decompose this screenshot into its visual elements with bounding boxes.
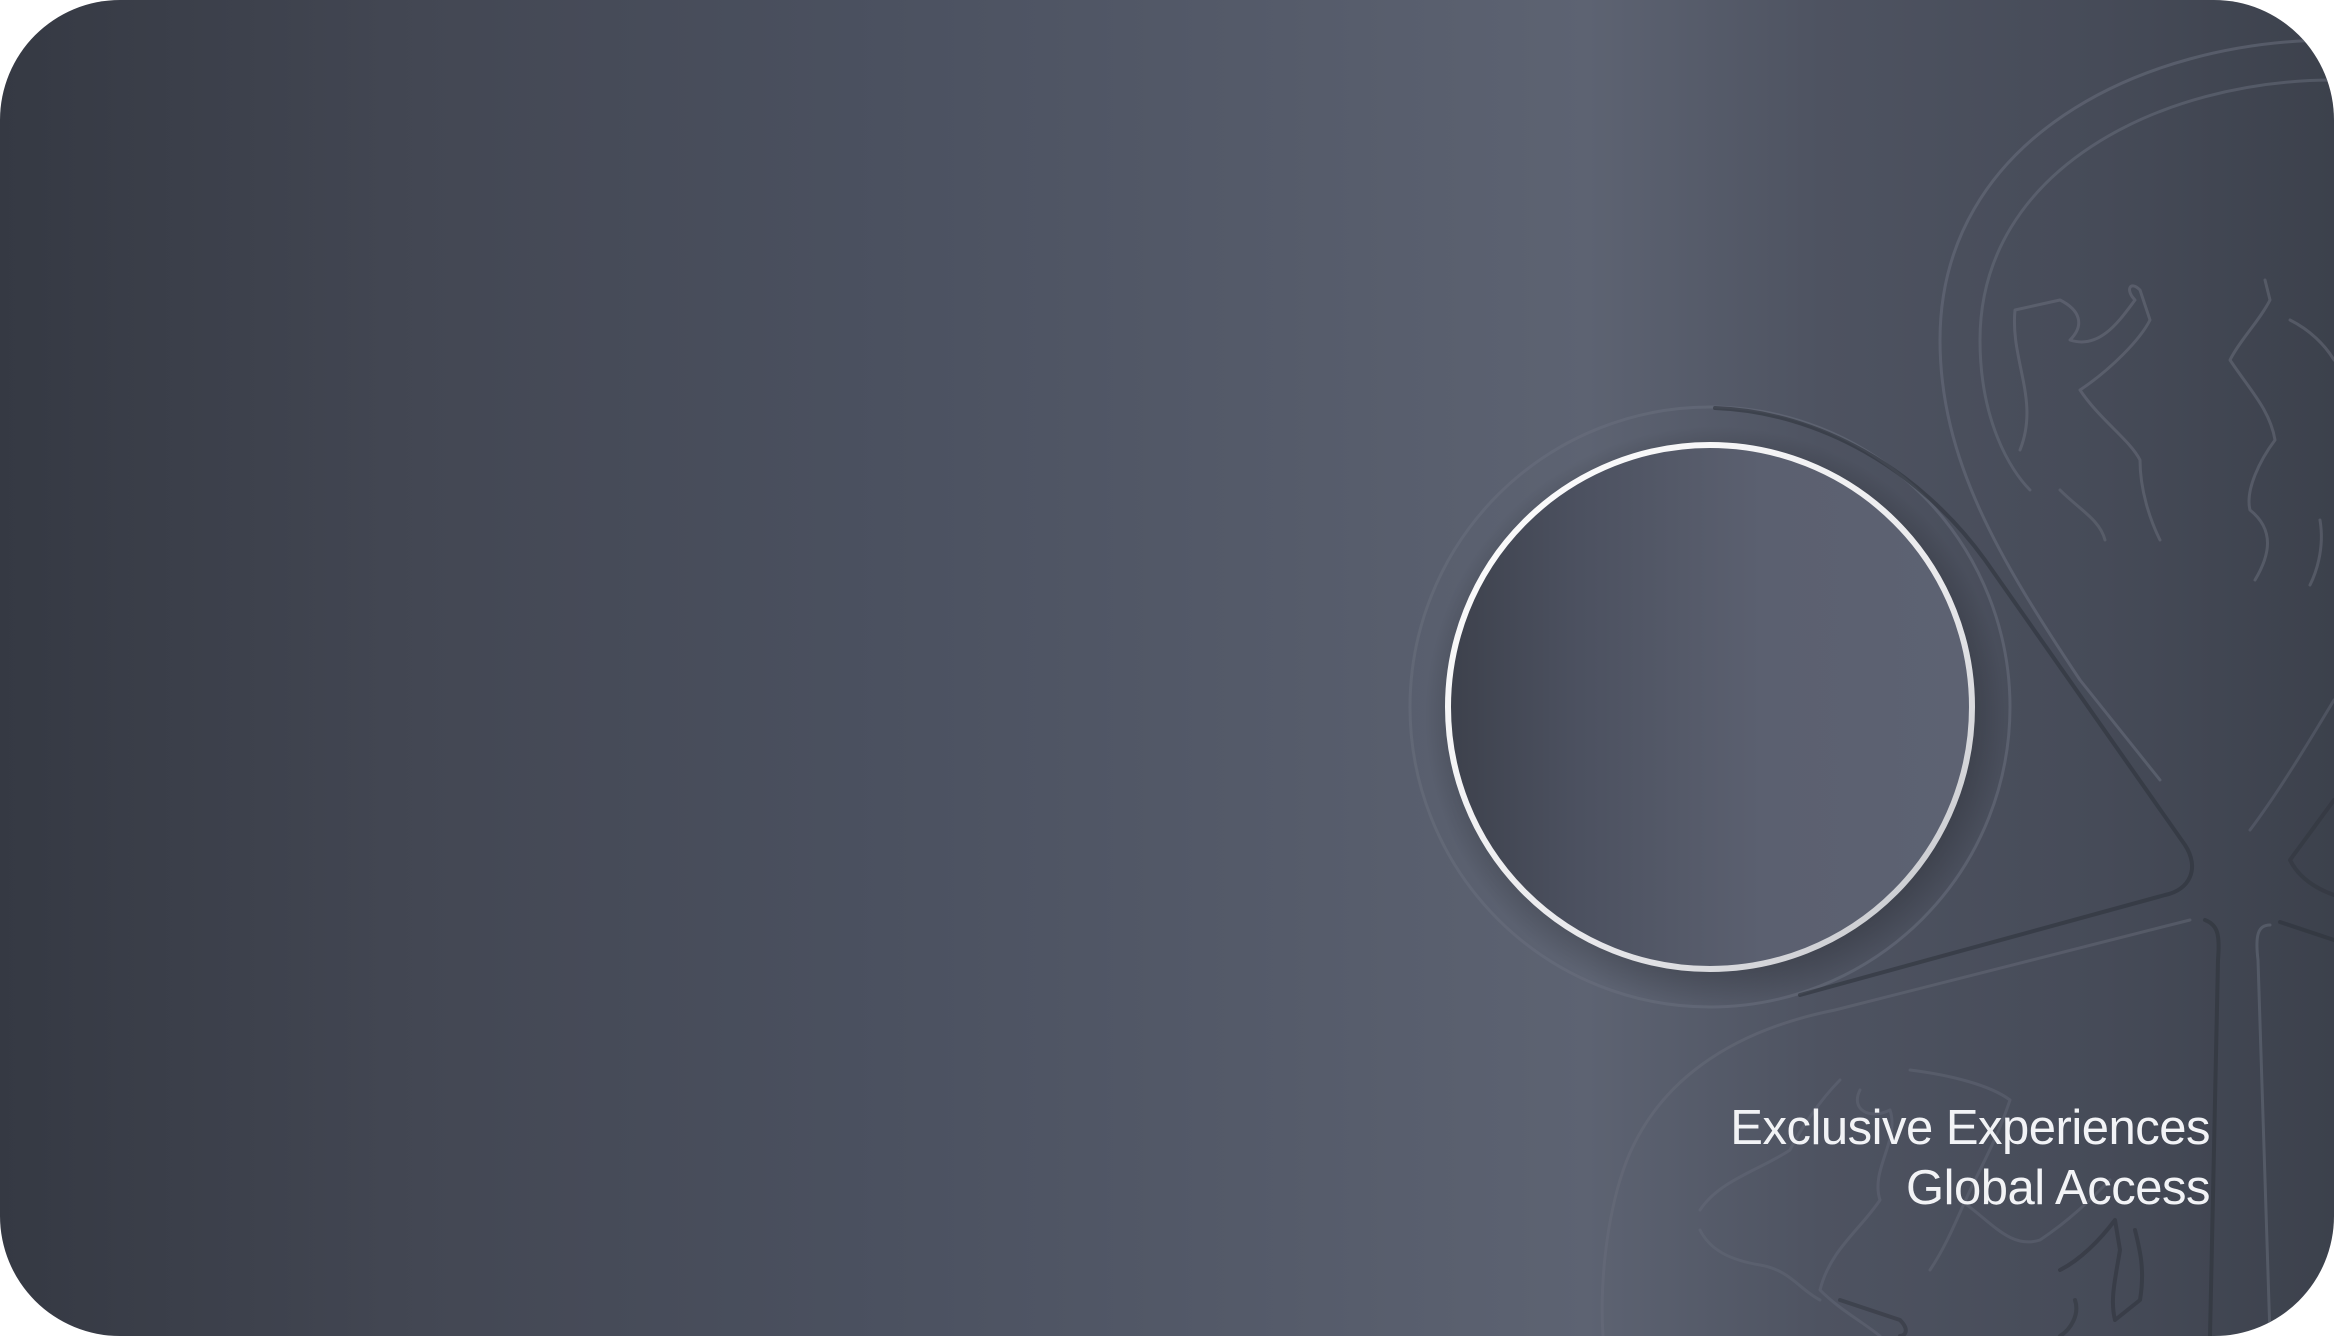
circle-ring-icon xyxy=(1425,426,2005,1006)
tagline-line-1: Exclusive Experiences xyxy=(1730,1101,2210,1155)
membership-card: Exclusive Experiences Global Access xyxy=(0,0,2334,1336)
tagline-line-2: Global Access xyxy=(1906,1161,2210,1215)
card-tagline: Exclusive Experiences Global Access xyxy=(1730,1098,2210,1218)
